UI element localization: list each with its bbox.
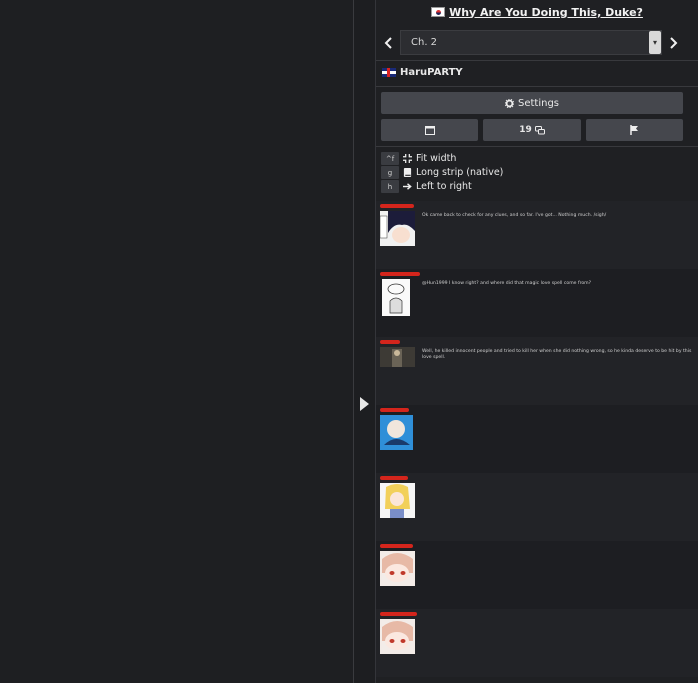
- sidebar-divider: [353, 0, 354, 683]
- previous-chapter-button[interactable]: [376, 30, 400, 55]
- chevron-down-icon: ▾: [649, 31, 661, 54]
- avatar[interactable]: [380, 211, 415, 246]
- settings-button[interactable]: Settings: [381, 92, 683, 114]
- reader-sidebar: Why Are You Doing This, Duke? Ch. 2 ▾ Ha…: [375, 0, 698, 683]
- comment-item: [376, 405, 698, 473]
- reader-shortcuts: ^f Fit width g Long strip (native) h Lef…: [381, 152, 503, 193]
- avatar[interactable]: [380, 551, 415, 586]
- comments-list: Ok came back to check for any clues, and…: [376, 201, 698, 677]
- manga-title-row: Why Are You Doing This, Duke?: [376, 0, 698, 24]
- gear-icon: [504, 98, 514, 108]
- comment-item: [376, 473, 698, 541]
- comments-icon: [534, 125, 545, 134]
- group-name: HaruPARTY: [400, 67, 463, 78]
- comment-username[interactable]: [380, 408, 409, 412]
- scanlation-group-link[interactable]: HaruPARTY: [382, 67, 463, 78]
- chapter-navigation: Ch. 2 ▾: [376, 30, 698, 55]
- reader-area[interactable]: [0, 0, 354, 683]
- caret-right-icon: [360, 397, 369, 411]
- comment-item: Well, he killed innocent people and trie…: [376, 337, 698, 405]
- shortcut-label: Long strip (native): [416, 167, 504, 178]
- comment-username[interactable]: [380, 272, 420, 276]
- comment-text: Well, he killed innocent people and trie…: [422, 349, 692, 360]
- divider: [376, 146, 698, 147]
- chevron-left-icon: [384, 36, 392, 49]
- comment-username[interactable]: [380, 544, 413, 548]
- arrow-right-icon: [403, 183, 412, 190]
- fullscreen-button[interactable]: [381, 119, 479, 141]
- flag-icon: [630, 125, 638, 135]
- chapter-select-value: Ch. 2: [411, 37, 438, 48]
- comment-item: [376, 609, 698, 677]
- comment-item: [376, 541, 698, 609]
- avatar[interactable]: [380, 619, 415, 654]
- uk-flag-icon: [382, 68, 396, 77]
- shortcut-label: Left to right: [416, 181, 472, 192]
- avatar[interactable]: [380, 347, 415, 367]
- action-buttons: 19: [381, 119, 683, 141]
- divider: [376, 60, 698, 61]
- comment-username[interactable]: [380, 340, 400, 344]
- compress-icon: [403, 154, 412, 163]
- book-icon: [403, 168, 412, 177]
- manga-title-link[interactable]: Why Are You Doing This, Duke?: [449, 6, 643, 19]
- comment-item: Ok came back to check for any clues, and…: [376, 201, 698, 269]
- comment-username[interactable]: [380, 612, 417, 616]
- avatar[interactable]: [380, 483, 415, 518]
- comment-text: Ok came back to check for any clues, and…: [422, 213, 607, 218]
- comment-username[interactable]: [380, 476, 408, 480]
- south-korea-flag-icon: [431, 7, 446, 17]
- next-chapter-button[interactable]: [662, 30, 686, 55]
- comment-item: @Hun1999 I know right? and where did tha…: [376, 269, 698, 337]
- comment-username[interactable]: [380, 204, 414, 208]
- fit-width-toggle[interactable]: ^f Fit width: [381, 152, 503, 165]
- window-icon: [424, 125, 435, 135]
- divider: [376, 86, 698, 87]
- long-strip-toggle[interactable]: g Long strip (native): [381, 166, 503, 179]
- comments-count: 19: [519, 125, 532, 135]
- shortcut-key: g: [381, 166, 399, 179]
- shortcut-key: ^f: [381, 152, 399, 165]
- shortcut-label: Fit width: [416, 153, 457, 164]
- settings-label: Settings: [517, 97, 559, 109]
- comment-text: @Hun1999 I know right? and where did tha…: [422, 281, 592, 286]
- avatar[interactable]: [380, 415, 413, 450]
- sidebar-toggle-button[interactable]: [356, 395, 372, 413]
- report-button[interactable]: [585, 119, 683, 141]
- chevron-right-icon: [670, 36, 678, 49]
- shortcut-key: h: [381, 180, 399, 193]
- comments-button[interactable]: 19: [483, 119, 581, 141]
- avatar[interactable]: [382, 279, 410, 316]
- chapter-select[interactable]: Ch. 2 ▾: [400, 30, 662, 55]
- reading-direction-toggle[interactable]: h Left to right: [381, 180, 503, 193]
